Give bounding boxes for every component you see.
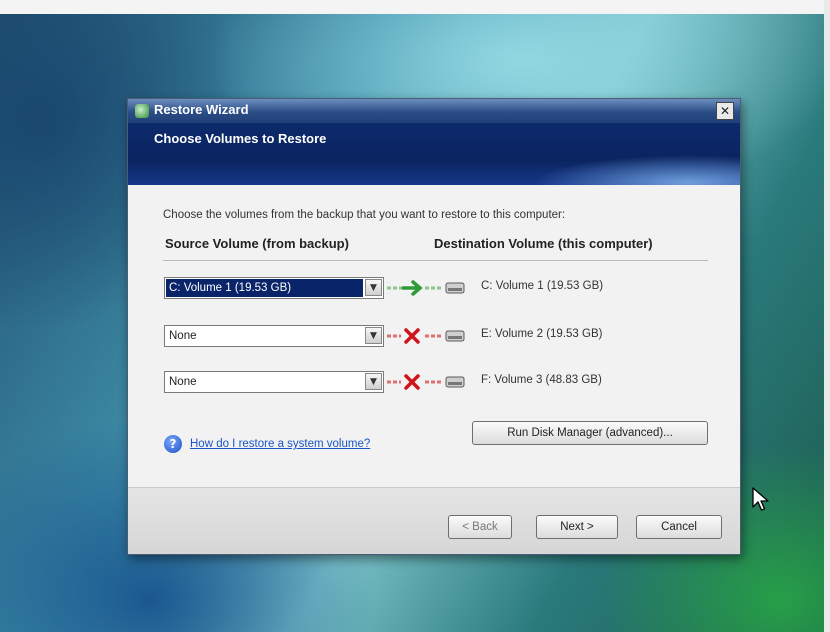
chevron-down-icon[interactable]: ▼ [365,279,382,296]
help-question-icon[interactable]: ? [164,435,182,453]
source-volume-select[interactable]: None ▼ [164,371,384,393]
volume-row: None ▼ F: Volume 3 (48.83 GB) [128,371,740,393]
header-divider [163,260,708,261]
close-button[interactable]: ✕ [716,102,734,120]
restore-arrow-icon [387,280,465,296]
volume-row: None ▼ E: Volume 2 (19.53 GB) [128,325,740,347]
source-volume-value: None [169,376,197,388]
back-button[interactable]: < Back [448,515,512,539]
title-bar[interactable]: Restore Wizard ✕ [128,99,740,123]
mouse-pointer-icon [752,487,769,511]
no-restore-x-icon [387,328,465,344]
restore-wizard-window: Restore Wizard ✕ Choose Volumes to Resto… [127,98,741,555]
source-volume-value: None [169,330,197,342]
chevron-down-icon[interactable]: ▼ [365,373,382,390]
source-volume-select[interactable]: C: Volume 1 (19.53 GB) ▼ [164,277,384,299]
no-restore-x-icon [387,374,465,390]
help-link[interactable]: How do I restore a system volume? [190,438,370,450]
destination-volume-label: E: Volume 2 (19.53 GB) [481,328,603,340]
cancel-button[interactable]: Cancel [636,515,722,539]
volume-row: C: Volume 1 (19.53 GB) ▼ C: Volume 1 (19… [128,277,740,299]
source-volume-header: Source Volume (from backup) [165,236,349,251]
source-volume-select[interactable]: None ▼ [164,325,384,347]
run-disk-manager-button[interactable]: Run Disk Manager (advanced)... [472,421,708,445]
destination-volume-label: F: Volume 3 (48.83 GB) [481,374,602,386]
page-title: Choose Volumes to Restore [154,131,327,146]
next-button[interactable]: Next > [536,515,618,539]
window-title: Restore Wizard [154,102,249,117]
wizard-header: Choose Volumes to Restore [128,123,740,185]
wizard-content: Choose the volumes from the backup that … [128,185,740,485]
screen-right-edge [824,0,830,632]
instructions-text: Choose the volumes from the backup that … [163,209,566,221]
source-volume-value: C: Volume 1 (19.53 GB) [166,279,363,297]
restore-app-icon [135,104,149,118]
chevron-down-icon[interactable]: ▼ [365,327,382,344]
destination-volume-header: Destination Volume (this computer) [434,236,653,251]
screen-top-edge [0,0,830,14]
destination-volume-label: C: Volume 1 (19.53 GB) [481,280,604,292]
wizard-footer: < Back Next > Cancel [128,488,740,554]
